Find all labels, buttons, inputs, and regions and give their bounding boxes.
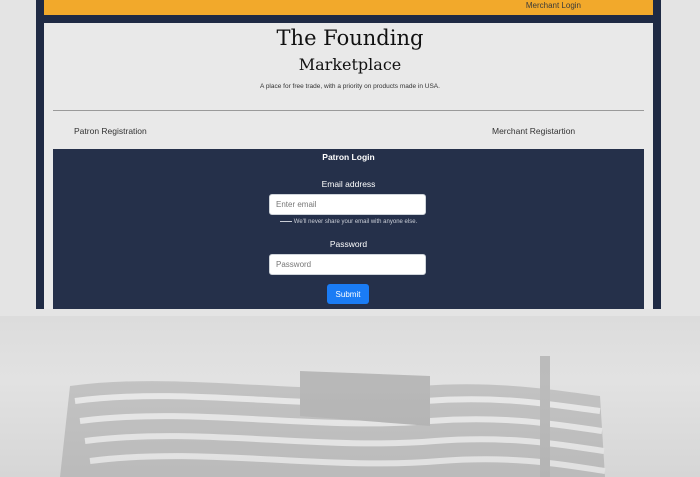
- password-label: Password: [329, 239, 368, 249]
- login-title: Patron Login: [322, 152, 375, 162]
- flag-illustration: [60, 356, 606, 477]
- email-help-text: We'll never share your email with anyone…: [53, 219, 644, 225]
- merchant-login-link[interactable]: Merchant Login: [526, 1, 581, 10]
- patron-registration-link[interactable]: Patron Registration: [74, 126, 147, 136]
- top-accent-bar: Merchant Login: [44, 0, 653, 15]
- help-dash: [279, 220, 292, 222]
- patron-login-form: Patron Login Email address We'll never s…: [53, 149, 644, 309]
- email-help-label: We'll never share your email with anyone…: [293, 219, 418, 225]
- submit-button[interactable]: Submit: [327, 284, 369, 304]
- site-title-line2: Marketplace: [298, 55, 402, 74]
- background-flag-photo: [0, 316, 700, 477]
- password-input[interactable]: [269, 254, 426, 275]
- email-input[interactable]: [269, 194, 426, 215]
- site-tagline: A place for free trade, with a priority …: [260, 83, 440, 90]
- header-divider: [53, 110, 644, 111]
- merchant-registration-link[interactable]: Merchant Registartion: [492, 126, 575, 136]
- site-title-line1: The Founding: [276, 26, 424, 50]
- email-label: Email address: [321, 179, 376, 189]
